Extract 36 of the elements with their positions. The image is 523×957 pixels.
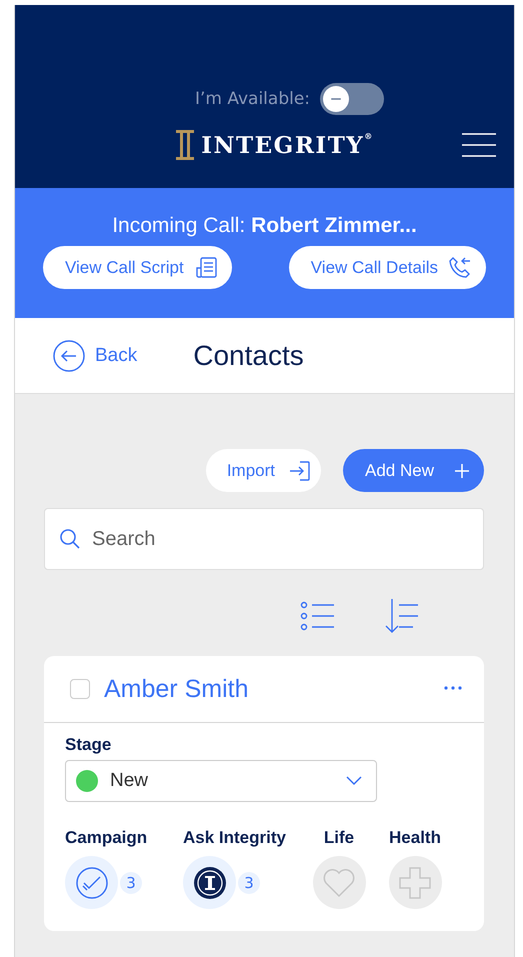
more-options-icon[interactable]: [444, 686, 462, 690]
search-field[interactable]: Search: [44, 508, 484, 570]
import-icon: [289, 460, 312, 482]
import-button[interactable]: Import: [206, 449, 322, 492]
stage-dropdown[interactable]: New: [65, 760, 377, 802]
add-new-button[interactable]: Add New: [343, 449, 484, 492]
back-button[interactable]: Back: [53, 340, 138, 372]
list-view-icon[interactable]: [300, 600, 336, 632]
badge-count: 3: [238, 872, 260, 894]
logo-coin-icon: [194, 866, 226, 898]
stage-label: Stage: [65, 735, 112, 755]
badge-label: Life: [324, 828, 354, 848]
search-icon: [59, 528, 81, 550]
badge-label: Ask Integrity: [183, 828, 287, 848]
chevron-down-icon: [346, 776, 362, 786]
page-title: Contacts: [193, 340, 304, 372]
incoming-call-text: Incoming Call: Robert Zimmer...: [111, 214, 418, 238]
menu-icon[interactable]: [462, 133, 496, 157]
availability-label: I’m Available:: [194, 89, 310, 109]
document-icon: [194, 256, 218, 280]
cross-icon: [399, 866, 431, 898]
select-checkbox[interactable]: [70, 679, 90, 699]
phone-incoming-icon: [448, 256, 472, 280]
heart-icon: [323, 868, 355, 898]
view-call-details-button[interactable]: View Call Details: [288, 246, 486, 289]
availability-toggle[interactable]: [320, 83, 384, 115]
logo-mark-icon: [175, 129, 196, 161]
contact-name-link[interactable]: Amber Smith: [104, 674, 248, 704]
badge-label: Health: [389, 828, 441, 848]
view-call-script-button[interactable]: View Call Script: [43, 246, 232, 289]
badge-count: 3: [120, 872, 142, 894]
sort-icon[interactable]: [384, 598, 420, 634]
badge-label: Campaign: [65, 828, 148, 848]
plus-icon: [454, 462, 470, 478]
check-circle-icon: [76, 866, 108, 898]
logo-wordmark: INTEGRITY$^{®}$: [201, 131, 374, 159]
